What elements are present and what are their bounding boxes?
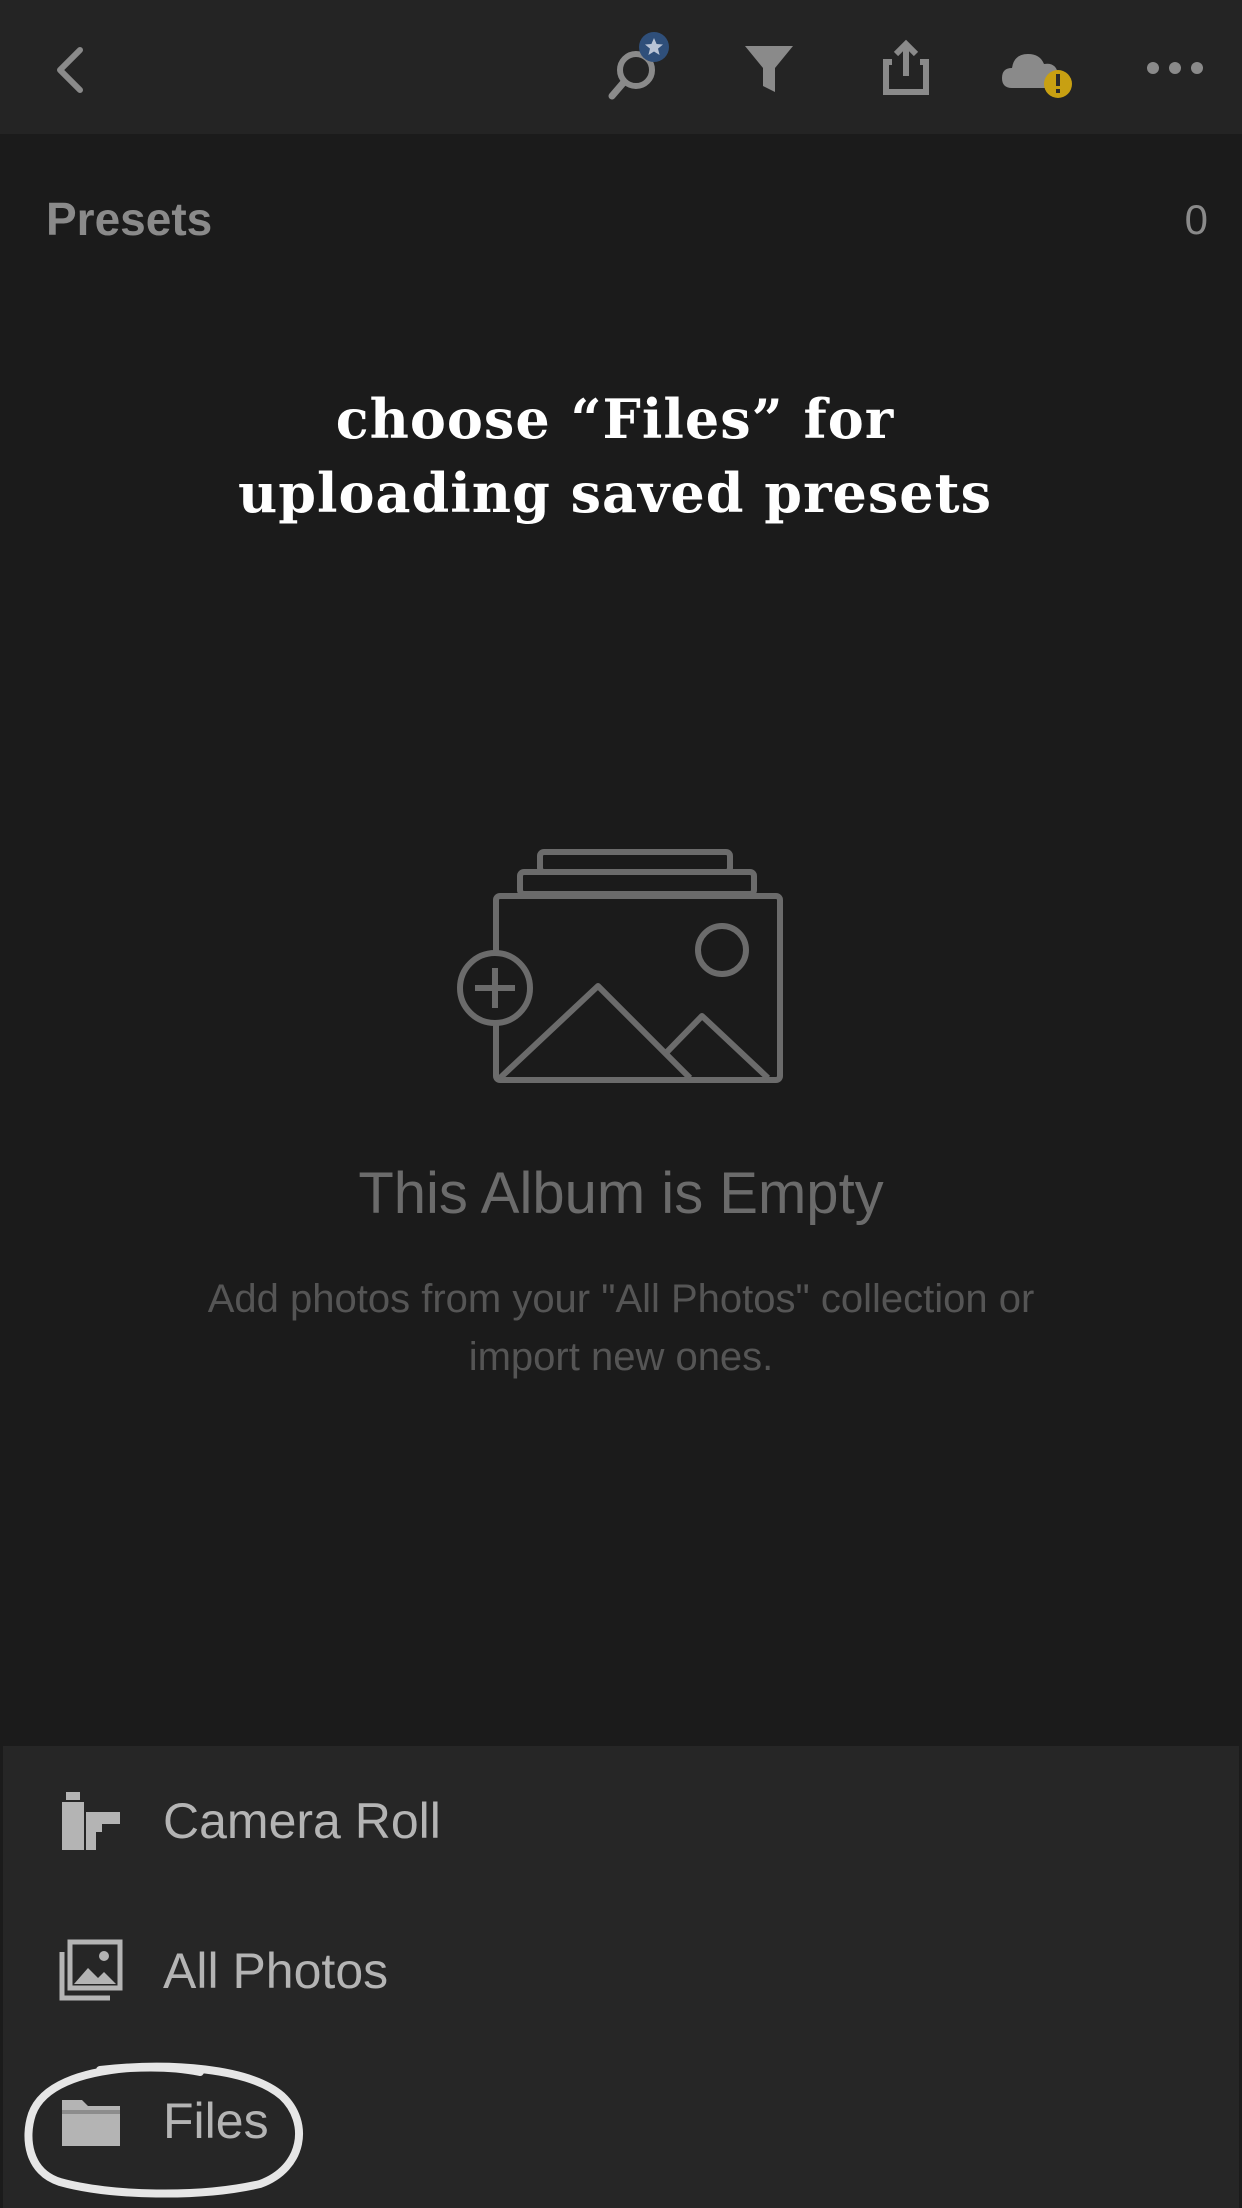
search-star-icon[interactable] [598,30,678,110]
overlay-caption: choose “Files” for uploading saved prese… [0,382,1230,530]
filter-icon[interactable] [729,30,809,110]
folder-icon [58,2088,124,2154]
share-icon[interactable] [866,30,946,110]
back-chevron-icon[interactable] [30,30,110,110]
add-photo-stack-icon [455,840,787,1092]
empty-state-title: This Album is Empty [358,1161,884,1226]
overlay-caption-line-2: uploading saved presets [238,461,992,525]
sheet-item-camera-roll[interactable]: Camera Roll [3,1746,1239,1896]
album-title: Presets [46,193,213,245]
top-toolbar [0,0,1242,134]
more-icon[interactable] [1135,30,1215,110]
sheet-item-all-photos[interactable]: All Photos [3,1896,1239,2046]
sheet-item-files[interactable]: Files [3,2046,1239,2196]
album-count: 0 [1184,196,1208,243]
photos-icon [58,1938,124,2004]
empty-state-subtitle: Add photos from your "All Photos" collec… [207,1277,1035,1379]
cloud-warning-icon[interactable] [998,30,1078,110]
sheet-item-label: Camera Roll [163,1793,441,1849]
camera-roll-icon [58,1788,124,1854]
album-header: Presets 0 [0,134,1242,304]
sheet-item-label: Files [163,2093,269,2149]
overlay-caption-line-1: choose “Files” for [335,387,895,451]
sheet-item-label: All Photos [163,1943,389,1999]
import-sheet: Camera Roll All Photos Files [3,1746,1239,2208]
